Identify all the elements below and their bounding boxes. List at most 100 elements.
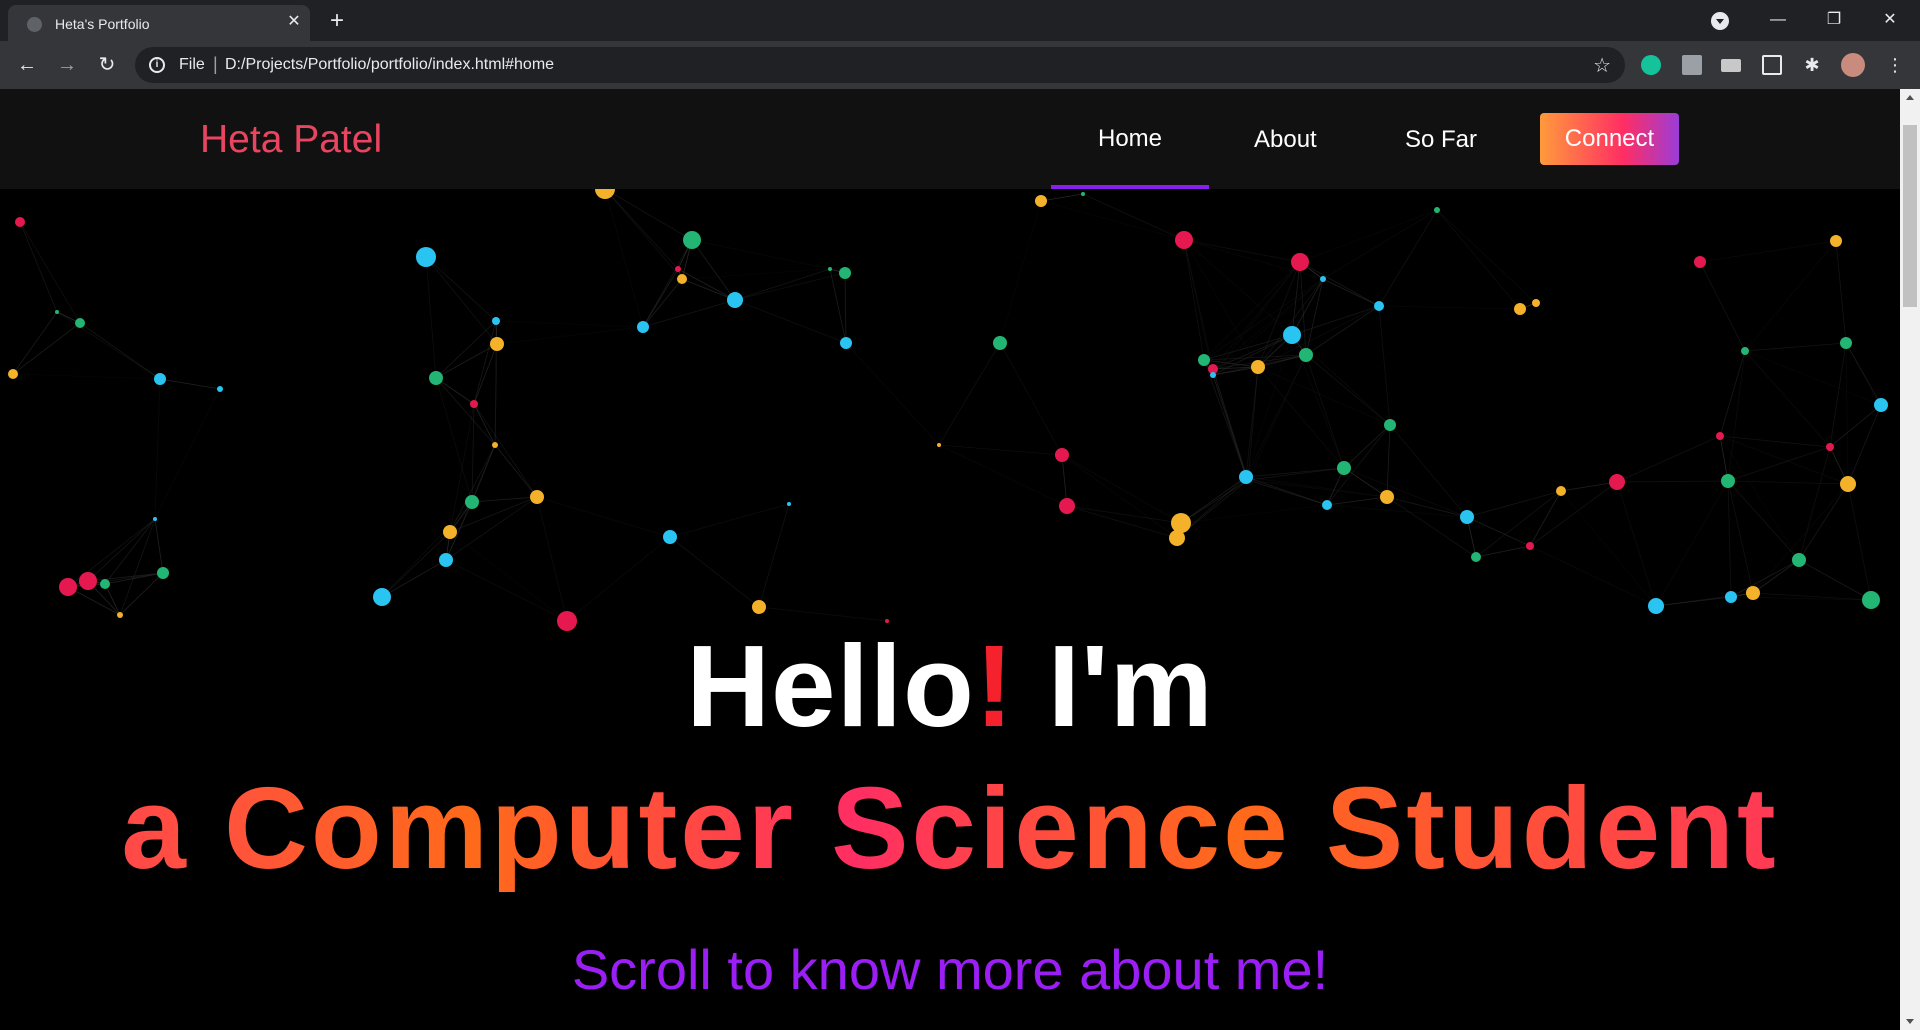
hero-subtitle: Scroll to know more about me! (571, 938, 1329, 1001)
info-icon[interactable]: i (149, 57, 165, 73)
nav-home-link[interactable]: Home (1098, 125, 1162, 153)
tab-close-icon[interactable]: ✕ (284, 12, 304, 32)
particle-dot (1384, 419, 1396, 431)
particle-link (642, 239, 693, 328)
particle-link (1257, 366, 1345, 469)
particle-dot (637, 321, 649, 333)
particle-dot (1694, 256, 1706, 268)
particle-dot (1322, 500, 1332, 510)
particle-dot (1035, 195, 1047, 207)
url-text[interactable]: D:/Projects/Portfolio/portfolio/index.ht… (225, 56, 554, 74)
particle-dot (1721, 474, 1735, 488)
particle-link (1616, 480, 1729, 483)
scroll-down-arrow-icon[interactable] (1906, 1019, 1914, 1024)
particle-dot (1840, 337, 1852, 349)
new-tab-button[interactable]: + (324, 8, 350, 34)
nav-about-link[interactable]: About (1254, 126, 1317, 154)
particle-link (473, 320, 497, 405)
particle-link (495, 320, 644, 328)
extensions-puzzle-icon[interactable]: ✱ (1802, 55, 1822, 75)
particle-link (1475, 545, 1531, 558)
bookmark-star-icon[interactable]: ☆ (1593, 53, 1611, 78)
particle-link (381, 501, 473, 598)
forward-icon[interactable]: → (53, 51, 81, 79)
particle-dot (492, 317, 500, 325)
particle-link (79, 322, 161, 380)
particle-link (87, 518, 156, 582)
particle-dot (1532, 299, 1540, 307)
particle-link (1845, 342, 1849, 485)
particle-link (56, 311, 161, 380)
particle-link (1752, 483, 1849, 594)
connect-button[interactable]: Connect (1540, 113, 1679, 165)
particle-link (566, 536, 671, 622)
profile-avatar[interactable] (1841, 53, 1865, 77)
particle-link (1326, 496, 1388, 506)
particle-link (1744, 350, 1831, 448)
close-window-button[interactable]: ✕ (1862, 0, 1918, 40)
particle-link (104, 583, 121, 616)
particle-link (1299, 209, 1438, 263)
scroll-up-arrow-icon[interactable] (1906, 95, 1914, 100)
particle-link (758, 503, 790, 608)
site-navbar: Heta Patel Home About So Far Connect (0, 89, 1900, 189)
reload-icon[interactable]: ↻ (93, 51, 121, 79)
particle-link (1655, 480, 1729, 607)
particle-dot (492, 442, 498, 448)
scroll-thumb[interactable] (1903, 125, 1917, 307)
particle-link (999, 342, 1063, 456)
particle-dot (1741, 347, 1749, 355)
particle-dot (1460, 510, 1474, 524)
particle-link (1798, 446, 1831, 561)
page-scrollbar[interactable] (1900, 89, 1920, 1030)
particle-link (1305, 354, 1391, 426)
particle-link (691, 239, 831, 270)
grammarly-extension-icon[interactable] (1641, 55, 1661, 75)
restore-button[interactable]: ❐ (1806, 0, 1862, 40)
particle-dot (1081, 192, 1085, 196)
particle-link (119, 572, 164, 616)
particle-link (1719, 350, 1746, 437)
hero-greeting: Hello! I'm (0, 619, 1900, 753)
particle-link (1183, 239, 1301, 263)
particle-link (1616, 481, 1657, 607)
particle-link (1378, 305, 1521, 310)
tab-search-icon[interactable] (1711, 12, 1729, 30)
particle-dot (1283, 326, 1301, 344)
particle-dot (416, 247, 436, 267)
particle-link (154, 388, 221, 520)
nav-so-far-link[interactable]: So Far (1405, 126, 1477, 154)
particle-link (1066, 505, 1178, 539)
particle-link (677, 268, 736, 301)
particle-link (425, 256, 497, 322)
particle-link (1040, 200, 1185, 241)
minimize-button[interactable]: — (1750, 0, 1806, 40)
particle-link (1560, 490, 1657, 607)
particle-link (1744, 350, 1882, 406)
picture-in-picture-icon[interactable] (1762, 55, 1782, 75)
address-bar[interactable]: i File | D:/Projects/Portfolio/portfolio… (135, 47, 1625, 83)
browser-tab[interactable]: Heta's Portfolio ✕ (8, 5, 310, 41)
particle-dot (840, 337, 852, 349)
particle-dot (1198, 354, 1210, 366)
url-scheme: File (179, 56, 205, 73)
particle-dot (1380, 490, 1394, 504)
particle-link (734, 299, 847, 344)
particle-link (691, 239, 736, 301)
particle-link (1655, 592, 1754, 607)
particle-link (1730, 559, 1800, 598)
browser-menu-icon[interactable]: ⋮ (1885, 55, 1905, 75)
screen-capture-extension-icon[interactable] (1721, 59, 1741, 72)
particle-link (1475, 490, 1562, 558)
particle-link (1744, 240, 1837, 352)
back-icon[interactable]: ← (13, 51, 41, 79)
particle-link (1245, 467, 1345, 478)
site-brand[interactable]: Heta Patel (200, 118, 382, 162)
particle-link (19, 221, 58, 313)
particle-link (381, 531, 451, 598)
particle-link (1322, 209, 1438, 280)
browser-toolbar: ← → ↻ i File | D:/Projects/Portfolio/por… (0, 41, 1920, 89)
hero-hello: Hello (686, 621, 975, 751)
particle-link (1560, 481, 1618, 492)
extension-icon[interactable] (1682, 55, 1702, 75)
